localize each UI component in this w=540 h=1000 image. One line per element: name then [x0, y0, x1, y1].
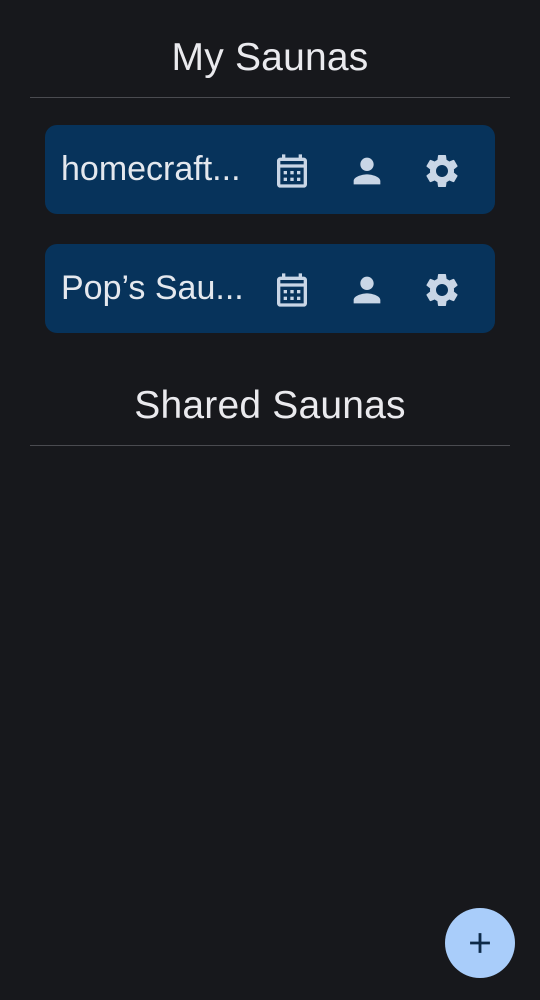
calendar-button[interactable]: [272, 151, 312, 191]
shared-saunas-title: Shared Saunas: [134, 384, 406, 427]
person-icon: [353, 157, 381, 185]
settings-button[interactable]: [422, 270, 462, 310]
users-button[interactable]: [347, 270, 387, 310]
sauna-card[interactable]: Pop’s Sau...: [45, 244, 495, 333]
gear-icon: [426, 155, 458, 187]
shared-saunas-divider: [30, 445, 510, 446]
settings-button[interactable]: [422, 151, 462, 191]
my-saunas-title: My Saunas: [171, 36, 369, 79]
sauna-name[interactable]: homecraft...: [61, 125, 251, 214]
person-icon: [353, 276, 381, 304]
calendar-icon: [277, 273, 307, 307]
calendar-button[interactable]: [272, 270, 312, 310]
my-saunas-divider: [30, 97, 510, 98]
calendar-icon: [277, 154, 307, 188]
plus-icon: [470, 933, 490, 953]
users-button[interactable]: [347, 151, 387, 191]
gear-icon: [426, 274, 458, 306]
add-sauna-button[interactable]: [445, 908, 515, 978]
sauna-card[interactable]: homecraft...: [45, 125, 495, 214]
sauna-name[interactable]: Pop’s Sau...: [61, 244, 251, 333]
